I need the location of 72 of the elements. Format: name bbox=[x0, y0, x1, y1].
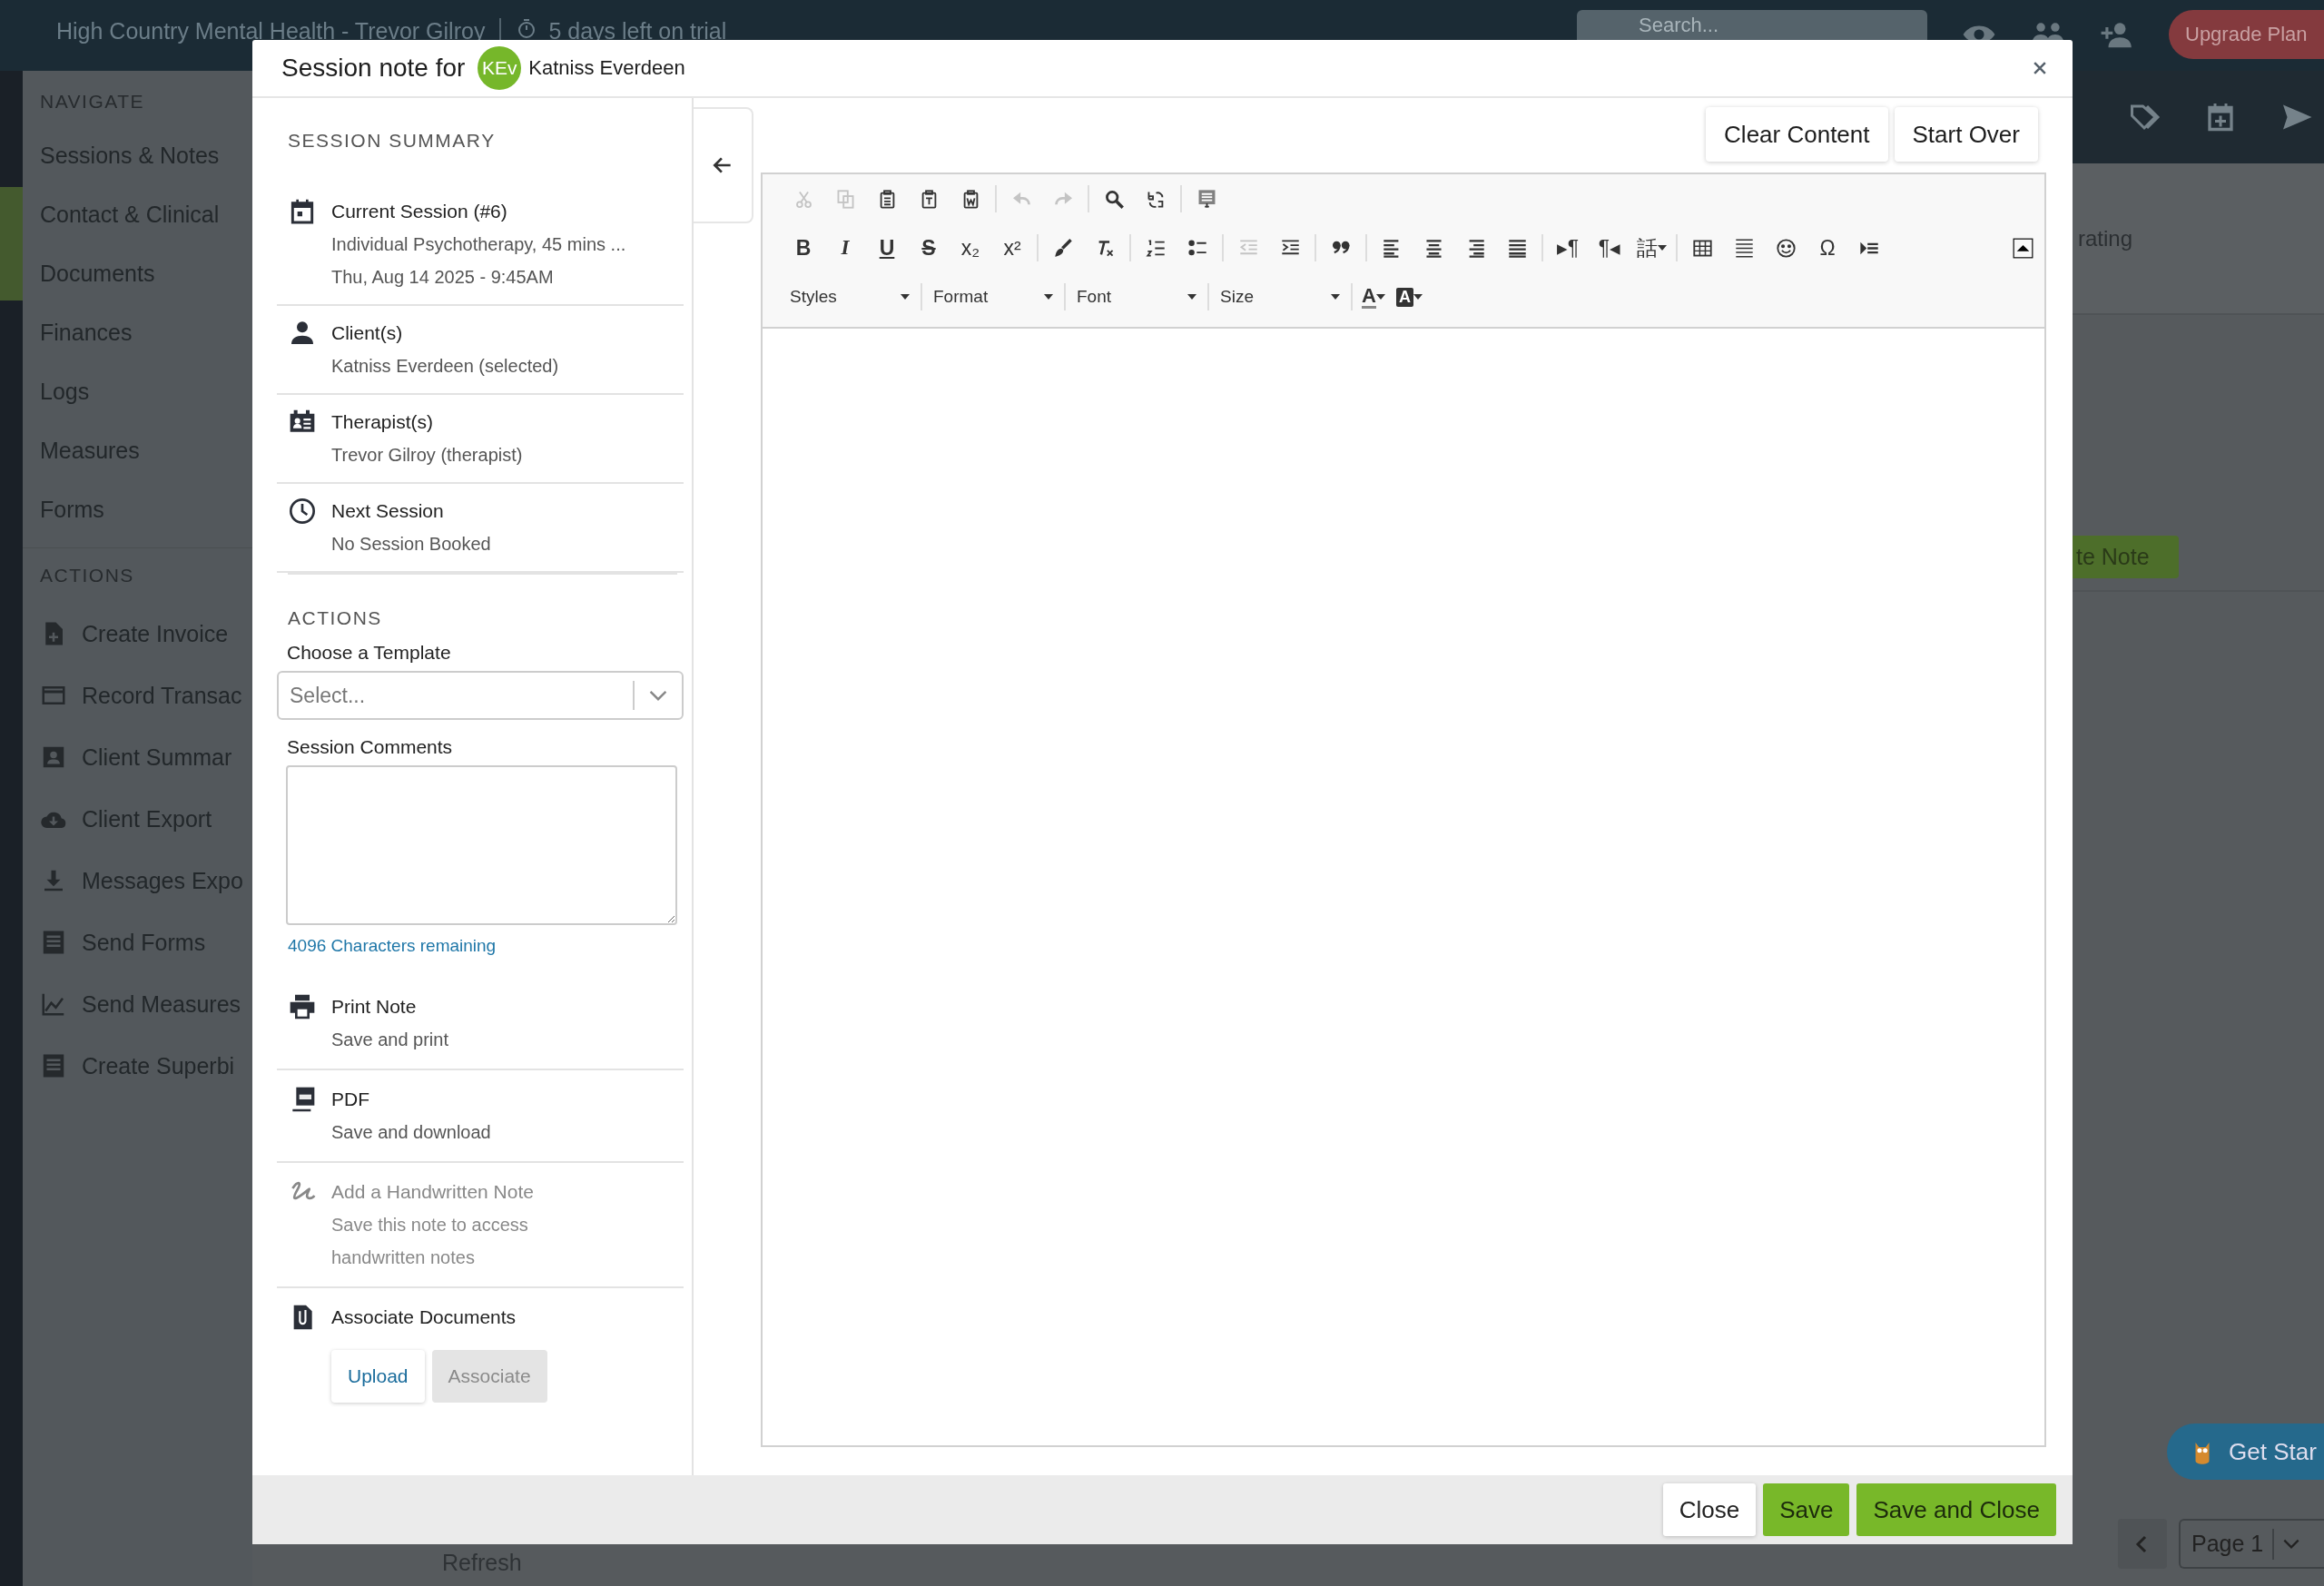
action-detail: Save and print bbox=[331, 1029, 448, 1051]
bold-button[interactable]: B bbox=[783, 230, 824, 266]
field-label: Choose a Template bbox=[287, 642, 452, 664]
underline-button[interactable]: U bbox=[866, 230, 908, 266]
editor-action-button[interactable]: Start Over bbox=[1894, 107, 2038, 162]
section-heading: ACTIONS bbox=[288, 573, 677, 629]
toolbar-dropdown[interactable]: Font bbox=[1069, 287, 1204, 307]
caret-icon bbox=[1044, 294, 1053, 300]
trial-notice: 5 days left on trial bbox=[548, 18, 727, 44]
summary-title: Current Session (#6) bbox=[331, 200, 508, 223]
characters-remaining: 4096 Characters remaining bbox=[288, 936, 497, 956]
action-detail: handwritten notes bbox=[331, 1246, 476, 1269]
summary-detail: Katniss Everdeen (selected) bbox=[331, 355, 559, 378]
caret-icon bbox=[1375, 294, 1385, 300]
chevron-down-icon bbox=[2283, 1539, 2300, 1549]
clock-icon bbox=[288, 497, 317, 526]
template-input[interactable]: Select... bbox=[279, 682, 633, 709]
search-icon bbox=[1103, 188, 1125, 210]
section-heading: SESSION SUMMARY bbox=[288, 130, 497, 152]
template-select[interactable]: Select... bbox=[277, 671, 684, 720]
footer-button[interactable]: Save bbox=[1763, 1483, 1850, 1536]
app-title: High Country Mental Health - Trevor Gilroy bbox=[56, 18, 486, 44]
summary-title: Therapist(s) bbox=[331, 410, 435, 434]
background-color-button[interactable]: A bbox=[1390, 287, 1428, 307]
action-title: Add a Handwritten Note bbox=[331, 1180, 534, 1204]
client-name: Katniss Everdeen bbox=[528, 56, 685, 80]
italic-button[interactable]: I bbox=[824, 230, 866, 266]
document-button[interactable]: Upload bbox=[331, 1350, 425, 1403]
footer-button[interactable]: Save and Close bbox=[1856, 1483, 2056, 1536]
strikethrough-button[interactable]: S bbox=[908, 230, 950, 266]
editor-action-button[interactable]: Clear Content bbox=[1706, 107, 1888, 162]
action-detail: Save this note to access bbox=[331, 1214, 529, 1236]
toolbar-dropdown[interactable]: Format bbox=[926, 287, 1060, 307]
subscript-button[interactable]: x₂ bbox=[950, 230, 991, 266]
left-to-right-button[interactable]: ▸¶ bbox=[1547, 230, 1589, 266]
toolbar-dropdown[interactable]: Size bbox=[1213, 287, 1347, 307]
language-button[interactable]: 話 bbox=[1630, 230, 1672, 266]
caret-icon bbox=[1657, 245, 1667, 251]
summary-detail: Trevor Gilroy (therapist) bbox=[331, 444, 523, 467]
summary-title: Next Session bbox=[331, 499, 445, 523]
brush-icon bbox=[1052, 237, 1074, 259]
action-detail: Save and download bbox=[331, 1121, 491, 1144]
rich-text-editor[interactable]: B I U S x₂ x² ▸¶ ¶◂ 話 Ω Styles Format Font Size A A bbox=[761, 172, 2046, 1447]
modal-title: Session note for bbox=[281, 54, 466, 83]
printer-icon bbox=[288, 992, 317, 1021]
justify-icon bbox=[1506, 237, 1528, 259]
special-character-button[interactable]: Ω bbox=[1807, 230, 1848, 266]
caret-icon bbox=[1413, 294, 1423, 300]
right-to-left-button[interactable]: ¶◂ bbox=[1589, 230, 1630, 266]
superscript-button[interactable]: x² bbox=[991, 230, 1033, 266]
caret-icon bbox=[901, 294, 910, 300]
caret-icon bbox=[1331, 294, 1340, 300]
smiley-icon bbox=[1775, 237, 1797, 259]
caret-icon bbox=[1187, 294, 1196, 300]
text-color-button[interactable]: A bbox=[1356, 285, 1391, 309]
help-widget[interactable]: Get Star bbox=[2167, 1423, 2324, 1480]
summary-detail: Thu, Aug 14 2025 - 9:45AM bbox=[331, 266, 555, 289]
summary-detail: Individual Psychotherapy, 45 mins ... bbox=[331, 233, 626, 256]
field-label: Session Comments bbox=[287, 736, 454, 758]
collapse-icon bbox=[2013, 237, 2034, 259]
action-title[interactable]: PDF bbox=[331, 1083, 491, 1116]
upgrade-button[interactable]: Upgrade Plan bbox=[2169, 10, 2324, 59]
comments-field[interactable] bbox=[286, 765, 677, 925]
avatar: KEv bbox=[478, 46, 522, 90]
chevron-down-icon bbox=[649, 690, 667, 701]
horizontal-line-icon bbox=[1733, 237, 1755, 259]
summary-detail: No Session Booked bbox=[331, 533, 491, 556]
action-title[interactable]: Associate Documents bbox=[331, 1301, 547, 1334]
footer-button[interactable]: Close bbox=[1662, 1483, 1757, 1536]
summary-title: Client(s) bbox=[331, 321, 404, 345]
toolbar-dropdown[interactable]: Styles bbox=[783, 287, 917, 307]
action-title[interactable]: Print Note bbox=[331, 990, 448, 1023]
